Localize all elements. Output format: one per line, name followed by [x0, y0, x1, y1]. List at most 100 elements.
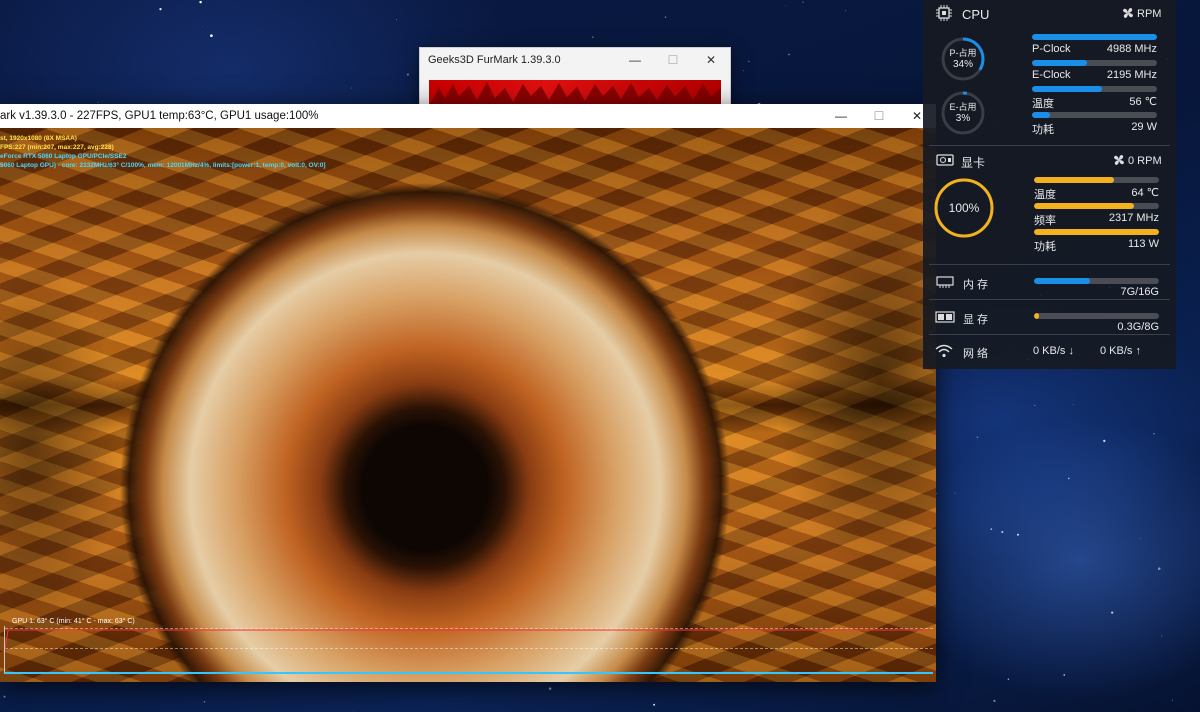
wifi-icon	[935, 344, 953, 358]
hardware-monitor-panel: CPU RPM P-占用 34% E-占用 3% P-Clock 4988 MH…	[923, 0, 1176, 369]
vram-label: 显 存	[963, 314, 989, 326]
star	[1111, 611, 1114, 614]
launcher-title: Geeks3D FurMark 1.39.3.0	[428, 54, 561, 66]
gpu-power-value: 113 W	[1128, 238, 1159, 250]
vram-bar	[1034, 313, 1159, 319]
cpu-temp-bar	[1032, 86, 1157, 92]
cpu-temp-value: 56 ℃	[1129, 96, 1157, 108]
star	[844, 9, 846, 11]
memory-value: 7G/16G	[1120, 286, 1159, 298]
furmark-window-title: ark v1.39.3.0 - 227FPS, GPU1 temp:63°C, …	[0, 110, 319, 122]
cpu-eclock-bar	[1032, 60, 1157, 66]
cpu-power-label: 功耗	[1032, 124, 1054, 136]
osd-gpu-name: eForce RTX 5060 Laptop GPU/PCIe/SSE2	[0, 153, 127, 160]
star	[1139, 537, 1141, 539]
star	[1161, 635, 1163, 637]
cpu-p-usage-value: 34%	[952, 59, 973, 70]
star	[1103, 439, 1106, 443]
memory-bar	[1034, 278, 1159, 284]
cpu-temp-label: 温度	[1032, 98, 1054, 110]
memory-label: 内 存	[963, 279, 989, 291]
gpu-temp-graph-label: GPU 1: 63° C (min: 41° C - max: 63° C)	[12, 618, 135, 625]
cpu-p-usage-label: P-占用	[949, 48, 977, 58]
cpu-pclock-value: 4988 MHz	[1106, 43, 1157, 55]
star	[748, 60, 750, 63]
furmark-logo-banner	[429, 80, 721, 106]
star	[3, 695, 6, 698]
cpu-section-title: CPU	[962, 7, 990, 22]
network-upload: 0 KB/s ↑	[1100, 345, 1141, 357]
gpu-temp-graph	[4, 626, 933, 674]
star	[202, 26, 203, 27]
star	[743, 70, 744, 72]
gpu-freq-value: 2317 MHz	[1108, 212, 1159, 224]
star	[1157, 567, 1161, 571]
memory-icon	[936, 276, 954, 288]
star	[653, 703, 656, 706]
cpu-pclock-label: P-Clock	[1032, 43, 1071, 55]
launcher-titlebar[interactable]: Geeks3D FurMark 1.39.3.0 — ☐ ✕	[420, 48, 730, 72]
star	[976, 436, 979, 439]
star	[396, 19, 398, 20]
flame-icon	[429, 82, 721, 106]
cpu-e-usage-value: 3%	[955, 113, 971, 124]
gpu-usage-value: 100%	[948, 201, 980, 215]
gpu-power-bar	[1034, 229, 1159, 235]
close-icon[interactable]: ✕	[694, 48, 728, 72]
cpu-fan-icon	[1123, 8, 1133, 18]
gpu-section-title: 显卡	[961, 156, 986, 170]
furmark-launcher-window[interactable]: Geeks3D FurMark 1.39.3.0 — ☐ ✕	[419, 47, 731, 111]
star	[1007, 678, 1010, 680]
gpu-fan-speed: 0 RPM	[1128, 155, 1162, 167]
star	[159, 7, 162, 11]
network-label: 网 络	[963, 348, 989, 360]
star	[784, 5, 786, 6]
cpu-chip-icon	[936, 5, 952, 21]
maximize-icon[interactable]: ☐	[656, 48, 690, 72]
star	[203, 701, 206, 703]
star	[406, 73, 409, 76]
cpu-eclock-label: E-Clock	[1032, 69, 1071, 81]
star	[1063, 674, 1065, 676]
furmark-render-window[interactable]: ark v1.39.3.0 - 227FPS, GPU1 temp:63°C, …	[0, 104, 936, 682]
star	[592, 36, 594, 38]
vram-icon	[935, 311, 955, 323]
maximize-icon[interactable]: ☐	[860, 104, 898, 128]
gpu-temp-value: 64 ℃	[1131, 187, 1159, 199]
star	[1072, 404, 1074, 406]
star	[351, 87, 353, 89]
cpu-power-bar	[1032, 112, 1157, 118]
network-download: 0 KB/s ↓	[1033, 345, 1074, 357]
osd-fps: FPS:227 (min:207, max:227, avg:228)	[0, 144, 114, 151]
cpu-fan-speed: RPM	[1137, 8, 1162, 20]
vram-value: 0.3G/8G	[1117, 321, 1159, 333]
star	[1171, 699, 1174, 701]
star	[993, 699, 996, 703]
star	[990, 528, 993, 530]
minimize-icon[interactable]: —	[822, 104, 860, 128]
star	[664, 16, 667, 18]
minimize-icon[interactable]: —	[618, 48, 652, 72]
furmark-titlebar[interactable]: ark v1.39.3.0 - 227FPS, GPU1 temp:63°C, …	[0, 104, 936, 128]
gpu-freq-label: 频率	[1034, 215, 1056, 227]
osd-resolution: st, 1920x1080 (8X MSAA)	[0, 135, 77, 142]
star	[548, 687, 552, 690]
cpu-power-value: 29 W	[1131, 121, 1157, 133]
cpu-e-usage-label: E-占用	[949, 102, 977, 112]
star	[802, 1, 804, 3]
osd-gpu-stats: 5060 Laptop GPU) - core: 2332MHz/63° C/1…	[0, 162, 326, 169]
gpu-fan-icon	[1114, 155, 1124, 165]
gpu-power-label: 功耗	[1034, 241, 1056, 253]
star	[353, 710, 354, 712]
star	[1017, 533, 1019, 536]
star	[97, 101, 99, 103]
cpu-eclock-value: 2195 MHz	[1106, 69, 1157, 81]
gpu-temp-graph-line	[5, 629, 933, 651]
gpu-card-icon	[936, 154, 954, 166]
cpu-pclock-bar	[1032, 34, 1157, 40]
gpu-temp-bar	[1034, 177, 1159, 183]
star	[1001, 530, 1004, 534]
star	[1153, 433, 1155, 435]
star	[954, 492, 956, 494]
star	[1034, 404, 1036, 407]
